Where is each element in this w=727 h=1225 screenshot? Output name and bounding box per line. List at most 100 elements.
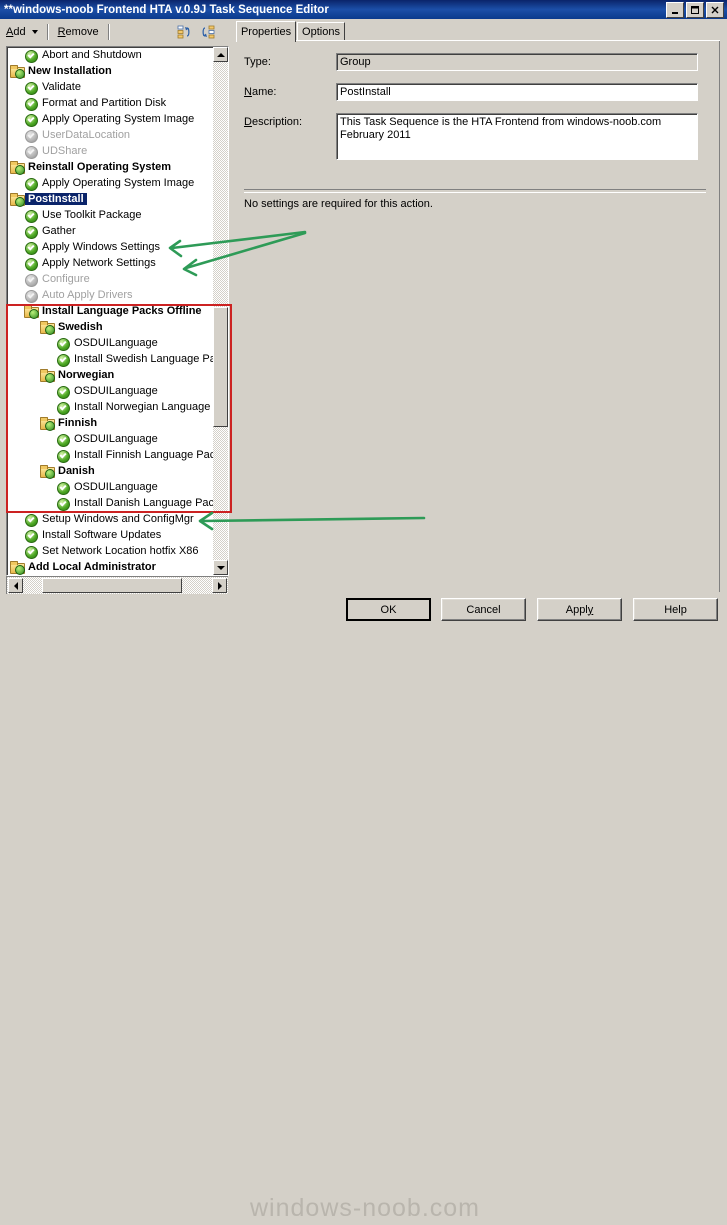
add-button[interactable]: Add [0, 23, 44, 41]
apply-button[interactable]: Apply [537, 598, 622, 621]
action-check-icon [23, 47, 39, 63]
tree-rows[interactable]: Abort and Shutdown New Installation Valida… [7, 47, 213, 575]
tree-item[interactable]: OSDUILanguage [7, 335, 213, 351]
tree-scroll-thumb[interactable] [213, 307, 228, 427]
tree-item-label: Auto Apply Drivers [42, 289, 133, 301]
maximize-button[interactable] [686, 2, 704, 18]
folder-enabled-badge [45, 373, 55, 383]
action-check-icon [23, 95, 39, 111]
tree-item[interactable]: Configure [7, 271, 213, 287]
tree-item-label: Add Local Administrator [28, 561, 156, 573]
description-input[interactable]: This Task Sequence is the HTA Frontend f… [336, 113, 698, 160]
tree-item[interactable]: OSDUILanguage [7, 383, 213, 399]
tree-item-label: Finnish [58, 417, 98, 429]
arrow-down-icon [216, 565, 225, 570]
tree-item[interactable]: Validate [7, 79, 213, 95]
close-button[interactable] [706, 2, 724, 18]
help-button[interactable]: Help [633, 598, 718, 621]
tree-item[interactable]: Apply Operating System Image [7, 175, 213, 191]
move-up-button[interactable] [176, 23, 194, 41]
action-check-icon [55, 383, 71, 399]
tree-item[interactable]: Apply Operating System Image [7, 111, 213, 127]
tree-item[interactable]: OSDUILanguage [7, 431, 213, 447]
tree-horizontal-scrollbar[interactable] [6, 576, 228, 594]
tree-item[interactable]: Norwegian [7, 367, 213, 383]
tree-item[interactable]: New Installation [7, 63, 213, 79]
scroll-up-button[interactable] [213, 47, 228, 62]
type-field-row: Type: Group [244, 53, 698, 71]
tree-item[interactable]: OSDUILanguage [7, 479, 213, 495]
tree-item-label: UDShare [42, 145, 88, 157]
tree-item-label: Apply Operating System Image [42, 177, 195, 189]
tree-item-label: Install Swedish Language Pack [74, 353, 213, 365]
tree-item-label: Abort and Shutdown [42, 49, 142, 61]
move-down-button[interactable] [199, 23, 217, 41]
tree-item[interactable]: Danish [7, 463, 213, 479]
tree-item[interactable]: Abort and Shutdown [7, 47, 213, 63]
description-label: Description: [244, 116, 303, 128]
tree-item[interactable]: UserDataLocation [7, 127, 213, 143]
tree-item-label: OSDUILanguage [74, 385, 158, 397]
action-check-icon [23, 127, 39, 143]
panel-divider [244, 189, 706, 193]
remove-button[interactable]: Remove [52, 23, 105, 41]
minimize-icon [672, 12, 678, 14]
help-button-label: Help [664, 603, 687, 616]
tree-item-label: Set Network Location hotfix X86 [42, 545, 199, 557]
tree-vertical-scrollbar[interactable] [213, 47, 228, 575]
tree-item[interactable]: Apply Network Settings [7, 255, 213, 271]
arrow-up-icon [216, 52, 225, 57]
tree-item[interactable]: Install Norwegian Language Pack [7, 399, 213, 415]
scroll-right-button[interactable] [212, 578, 227, 593]
action-check-icon [23, 527, 39, 543]
tree-item-label: Reinstall Operating System [28, 161, 172, 173]
tree-item[interactable]: Add Local Administrator [7, 559, 213, 575]
cancel-button[interactable]: Cancel [441, 598, 526, 621]
tree-item-label: New Installation [28, 65, 112, 77]
task-sequence-editor-window: **windows-noob Frontend HTA v.0.9J Task … [0, 0, 727, 1222]
tree-item[interactable]: Install Language Packs Offline [7, 303, 213, 319]
tree-hscroll-thumb[interactable] [42, 578, 182, 593]
tree-item[interactable]: Apply Windows Settings [7, 239, 213, 255]
tree-item[interactable]: Install Finnish Language Pack [7, 447, 213, 463]
tree-item-label: Apply Windows Settings [42, 241, 160, 253]
scroll-down-button[interactable] [213, 560, 228, 575]
tree-item[interactable]: Install Software Updates [7, 527, 213, 543]
task-sequence-tree[interactable]: Abort and Shutdown New Installation Valida… [6, 46, 229, 576]
tree-item[interactable]: Install Danish Language Pack [7, 495, 213, 511]
tree-item[interactable]: Reinstall Operating System [7, 159, 213, 175]
folder-enabled-badge [15, 197, 25, 207]
tree-item[interactable]: Format and Partition Disk [7, 95, 213, 111]
properties-panel: Type: Group Name: PostInstall Descriptio… [236, 41, 720, 592]
tab-properties-label: Properties [240, 26, 292, 38]
folder-icon [39, 367, 55, 383]
description-label-rest: escription: [251, 116, 303, 128]
tab-properties[interactable]: Properties [236, 21, 296, 42]
tree-item[interactable]: Gather [7, 223, 213, 239]
name-field-row: Name: PostInstall [244, 83, 698, 101]
tree-item-label: OSDUILanguage [74, 337, 158, 349]
tree-item[interactable]: Set Network Location hotfix X86 [7, 543, 213, 559]
tree-item-label: OSDUILanguage [74, 481, 158, 493]
chevron-down-icon [31, 30, 38, 34]
type-label: Type: [244, 56, 271, 68]
tree-item[interactable]: Setup Windows and ConfigMgr [7, 511, 213, 527]
minimize-button[interactable] [666, 2, 684, 18]
tree-item[interactable]: Install Swedish Language Pack [7, 351, 213, 367]
folder-icon [9, 191, 25, 207]
tree-item[interactable]: Swedish [7, 319, 213, 335]
tree-item[interactable]: Use Toolkit Package [7, 207, 213, 223]
ok-button[interactable]: OK [346, 598, 431, 621]
tree-item-label: Apply Network Settings [42, 257, 156, 269]
toolbar-separator-2 [107, 24, 110, 40]
tab-options[interactable]: Options [297, 22, 345, 41]
action-check-icon [23, 79, 39, 95]
tree-item[interactable]: Auto Apply Drivers [7, 287, 213, 303]
tree-item[interactable]: Finnish [7, 415, 213, 431]
name-input[interactable]: PostInstall [336, 83, 698, 101]
arrow-right-icon [217, 581, 222, 590]
folder-enabled-badge [15, 165, 25, 175]
scroll-left-button[interactable] [8, 578, 23, 593]
tree-item[interactable]: UDShare [7, 143, 213, 159]
tree-item[interactable]: PostInstall [7, 191, 213, 207]
